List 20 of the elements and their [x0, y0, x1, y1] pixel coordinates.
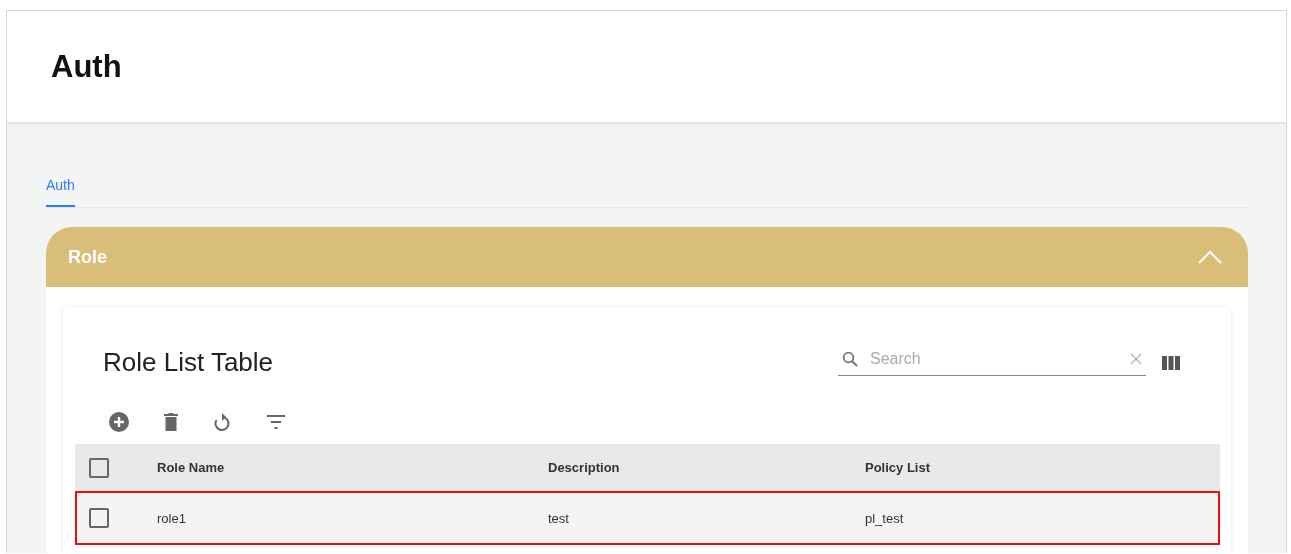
refresh-icon[interactable] — [213, 412, 231, 432]
table-cell: pl_test — [864, 491, 1220, 545]
columns-icon[interactable] — [1162, 355, 1180, 370]
page-title: Auth — [51, 48, 122, 85]
table-row[interactable]: role1 test pl_test — [75, 491, 1220, 545]
trash-icon[interactable] — [164, 413, 178, 431]
tab[interactable]: Auth — [46, 177, 75, 207]
panel-title: Role — [68, 246, 107, 268]
column-header[interactable]: Policy List — [864, 444, 1220, 491]
table-title: Role List Table — [103, 347, 275, 378]
column-header[interactable]: Role Name — [156, 444, 547, 491]
table-cell: test — [547, 491, 864, 545]
row-checkbox[interactable] — [89, 508, 109, 528]
search-icon — [842, 351, 858, 367]
add-icon[interactable] — [109, 412, 129, 432]
column-header[interactable]: Description — [547, 444, 864, 491]
search-field[interactable]: Search — [868, 349, 1120, 369]
select-all-checkbox[interactable] — [89, 457, 109, 478]
filter-icon[interactable] — [266, 415, 286, 429]
table-cell: role1 — [156, 491, 547, 545]
